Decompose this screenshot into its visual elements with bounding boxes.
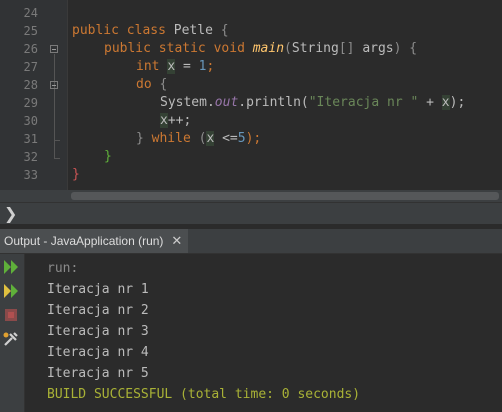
variable: x <box>167 59 176 74</box>
output-line: run: <box>47 261 79 276</box>
close-icon[interactable]: ✕ <box>171 234 182 249</box>
operator: ++; <box>167 113 192 128</box>
operator: <= <box>214 131 238 146</box>
line-number: 30 <box>23 114 38 128</box>
output-console[interactable]: run: Iteracja nr 1 Iteracja nr 2 Iteracj… <box>25 254 502 412</box>
keyword: while <box>151 131 191 146</box>
line-number: 28 <box>23 78 38 92</box>
line-number-gutter: 24 25 26 27 28 29 30 31 32 33 <box>0 0 42 190</box>
param-name: args <box>362 41 394 56</box>
number: 5 <box>237 131 246 146</box>
string-literal: "Iteracja nr " <box>308 95 419 110</box>
brace: } <box>136 131 144 146</box>
code-line-27[interactable]: int x = 1; <box>136 58 214 76</box>
fold-guide <box>54 90 55 140</box>
tab-output[interactable]: Output - JavaApplication (run) ✕ <box>0 229 189 253</box>
code-line-25[interactable]: public class Petle { <box>72 22 229 40</box>
chevron-right-icon[interactable]: ❯ <box>4 204 17 224</box>
paren: ( <box>284 41 292 56</box>
stop-icon[interactable] <box>2 306 20 324</box>
output-line: Iteracja nr 1 <box>47 282 149 297</box>
semicolon: ; <box>206 59 215 74</box>
class-name: System. <box>160 95 215 110</box>
variable: x <box>441 95 450 110</box>
fold-gutter <box>42 0 68 190</box>
rerun-with-params-icon[interactable] <box>2 282 20 300</box>
operator: = <box>175 59 199 74</box>
keyword: class <box>126 23 166 38</box>
build-status-line: BUILD SUCCESSFUL (total time: 0 seconds) <box>47 387 361 402</box>
keyword: static <box>158 41 206 56</box>
line-number: 25 <box>23 24 38 38</box>
operator: + <box>418 95 442 110</box>
output-toolbar <box>0 254 25 412</box>
line-number: 31 <box>23 132 38 146</box>
keyword: public <box>104 41 151 56</box>
line-number: 29 <box>23 96 38 110</box>
line-number: 33 <box>23 168 38 182</box>
method-call: .println( <box>238 95 309 110</box>
semicolon: ); <box>245 131 262 146</box>
code-line-32[interactable]: } <box>104 148 112 166</box>
scrollbar-thumb[interactable] <box>71 192 499 200</box>
fold-collapse-icon[interactable] <box>50 45 58 53</box>
fold-end-marker <box>54 140 60 141</box>
code-editor[interactable]: 24 25 26 27 28 29 30 31 32 33 public cla… <box>0 0 502 202</box>
settings-wrench-icon[interactable] <box>2 330 20 348</box>
keyword: do <box>136 77 152 92</box>
keyword: public <box>72 23 119 38</box>
output-line: Iteracja nr 4 <box>47 345 149 360</box>
brace: } <box>72 167 80 182</box>
brace: { <box>220 23 229 38</box>
fold-collapse-icon[interactable] <box>50 81 58 89</box>
gutter-divider <box>67 0 68 190</box>
keyword: int <box>136 59 160 74</box>
method-name: main <box>252 41 285 56</box>
code-line-28[interactable]: do { <box>136 76 167 94</box>
brace: } <box>104 149 112 164</box>
code-line-26[interactable]: public static void main(String[] args) { <box>104 40 417 58</box>
variable: x <box>160 113 168 128</box>
code-line-33[interactable]: } <box>72 166 80 184</box>
brace: { <box>409 41 418 56</box>
output-line: Iteracja nr 3 <box>47 324 149 339</box>
line-number: 26 <box>23 42 38 56</box>
code-line-31[interactable]: } while (x <=5); <box>136 130 261 148</box>
navigation-bar: ❯ <box>0 202 502 225</box>
output-tab-bar: Output - JavaApplication (run) ✕ <box>0 229 502 254</box>
scrollbar-corner <box>0 190 68 202</box>
output-line: Iteracja nr 2 <box>47 303 149 318</box>
line-number: 32 <box>23 150 38 164</box>
static-field: out <box>214 95 239 110</box>
code-line-29[interactable]: System.out.println("Iteracja nr " + x); <box>160 94 465 112</box>
tab-label: Output - JavaApplication (run) <box>4 234 164 248</box>
paren: ) <box>393 41 402 56</box>
code-line-30[interactable]: x++; <box>160 112 191 130</box>
line-number: 27 <box>23 60 38 74</box>
rerun-icon[interactable] <box>2 258 20 276</box>
keyword: void <box>213 41 245 56</box>
line-number: 24 <box>23 6 38 20</box>
type-name: String <box>291 41 339 56</box>
fold-end-marker <box>54 158 60 159</box>
call-end: ); <box>449 95 466 110</box>
brackets: [] <box>338 41 355 56</box>
class-name: Petle <box>173 23 213 38</box>
brace: { <box>159 77 168 92</box>
output-line: Iteracja nr 5 <box>47 366 149 381</box>
